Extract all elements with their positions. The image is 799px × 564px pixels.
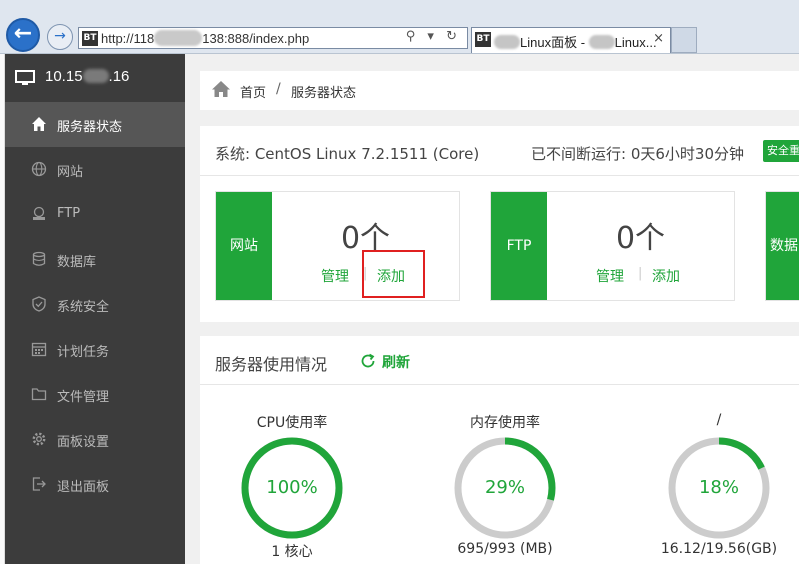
- ftp-add-link[interactable]: 添加: [652, 266, 680, 286]
- monitor-icon: [15, 70, 35, 85]
- security-badge[interactable]: 安全重: [763, 140, 799, 162]
- ftp-manage-link[interactable]: 管理: [596, 266, 624, 286]
- usage-title: 服务器使用情况: [215, 355, 328, 374]
- sidebar-item-database[interactable]: 数据库: [5, 237, 185, 282]
- gauge-value: 18%: [698, 477, 739, 498]
- sidebar-item-logout[interactable]: 退出面板: [5, 462, 185, 507]
- main-content: 首页 / 服务器状态 系统: CentOS Linux 7.2.1511 (Co…: [185, 54, 799, 564]
- sidebar-item-label: 文件管理: [57, 390, 110, 405]
- memory-gauge: 内存使用率 29% 695/993 (MB): [425, 386, 585, 564]
- site-favicon: BT: [82, 31, 98, 46]
- sidebar: 10.15.16 服务器状态 网站 FTP 数据库 系统安全 计划任务 文件管理…: [5, 54, 185, 564]
- sidebar-item-label: 面板设置: [57, 435, 110, 450]
- gauge-detail: 695/993 (MB): [457, 541, 553, 557]
- refresh-button[interactable]: 刷新: [382, 352, 410, 372]
- breadcrumb: 首页 / 服务器状态: [200, 71, 799, 110]
- sidebar-item-files[interactable]: 文件管理: [5, 372, 185, 417]
- redacted-blur: [82, 69, 109, 83]
- breadcrumb-home[interactable]: 首页: [240, 82, 266, 101]
- database-icon: [32, 251, 46, 266]
- breadcrumb-separator: /: [276, 81, 281, 97]
- uptime-text: 已不间断运行: 0天6小时30分钟: [531, 145, 744, 163]
- address-bar[interactable]: BT http://118 138:888/index.php ⚲ ▾ ↻: [78, 27, 468, 49]
- usage-header: 服务器使用情况 刷新: [200, 336, 799, 385]
- calendar-icon: [31, 342, 47, 357]
- link-divider: |: [638, 266, 643, 281]
- ftp-icon: [33, 206, 45, 220]
- breadcrumb-current: 服务器状态: [291, 86, 357, 101]
- redacted-blur: [588, 35, 615, 49]
- home-icon: [32, 117, 46, 131]
- system-info-row: 系统: CentOS Linux 7.2.1511 (Core) 已不间断运行:…: [200, 126, 799, 176]
- sidebar-item-label: FTP: [57, 206, 81, 221]
- refresh-icon[interactable]: [360, 353, 376, 369]
- tab-close-icon[interactable]: ×: [653, 31, 664, 46]
- sidebar-item-label: 网站: [57, 165, 84, 180]
- red-highlight-box: [362, 250, 425, 298]
- browser-tab[interactable]: BT Linux面板 - Linux... ×: [471, 27, 671, 53]
- sidebar-item-ftp[interactable]: FTP: [5, 192, 185, 237]
- sidebar-menu: 服务器状态 网站 FTP 数据库 系统安全 计划任务 文件管理 面板设置 退出面…: [5, 102, 185, 507]
- gear-icon: [32, 432, 46, 446]
- sidebar-item-label: 退出面板: [57, 480, 110, 495]
- back-button[interactable]: ←: [6, 18, 40, 52]
- tab-title: Linux面板 - Linux...: [494, 32, 657, 51]
- card-side-label: 网站: [216, 192, 272, 300]
- sidebar-item-cron[interactable]: 计划任务: [5, 327, 185, 372]
- logout-icon: [32, 477, 46, 491]
- sidebar-item-label: 计划任务: [57, 345, 110, 360]
- redacted-blur: [154, 30, 203, 46]
- sidebar-item-label: 数据库: [57, 255, 97, 270]
- ftp-card: FTP 0个 管理 | 添加: [490, 191, 735, 301]
- forward-button[interactable]: →: [47, 24, 73, 50]
- globe-icon: [31, 161, 47, 177]
- gauge-value: 100%: [266, 477, 318, 498]
- website-manage-link[interactable]: 管理: [321, 266, 349, 286]
- usage-panel: 服务器使用情况 刷新 CPU使用率 100% 1 核心 内存使用率 29% 69: [200, 336, 799, 564]
- gauge-detail: 1 核心: [271, 544, 313, 560]
- redacted-blur: [494, 35, 520, 49]
- home-icon[interactable]: [211, 80, 231, 98]
- address-icons[interactable]: ⚲ ▾ ↻: [406, 29, 461, 44]
- shield-icon: [32, 296, 46, 312]
- gauge-label: 内存使用率: [470, 415, 540, 431]
- system-panel: 系统: CentOS Linux 7.2.1511 (Core) 已不间断运行:…: [200, 126, 799, 322]
- sidebar-item-security[interactable]: 系统安全: [5, 282, 185, 327]
- system-name: 系统: CentOS Linux 7.2.1511 (Core): [215, 145, 480, 163]
- tab-favicon: BT: [475, 32, 491, 47]
- sidebar-item-website[interactable]: 网站: [5, 147, 185, 192]
- sidebar-item-server-status[interactable]: 服务器状态: [5, 102, 185, 147]
- gauge-label: /: [716, 412, 722, 428]
- gauge-value: 29%: [484, 477, 525, 498]
- cpu-gauge: CPU使用率 100% 1 核心: [212, 386, 372, 564]
- card-side-label: 数据: [766, 192, 799, 300]
- server-ip: 10.15.16: [45, 68, 130, 85]
- website-card: 网站 0个 管理 | 添加: [215, 191, 460, 301]
- sidebar-item-label: 服务器状态: [57, 120, 123, 135]
- browser-toolbar: ← → BT http://118 138:888/index.php ⚲ ▾ ↻…: [0, 0, 799, 54]
- sidebar-item-settings[interactable]: 面板设置: [5, 417, 185, 462]
- card-side-label: FTP: [491, 192, 547, 300]
- database-card: 数据: [765, 191, 799, 301]
- server-header: 10.15.16: [5, 54, 185, 102]
- ftp-count: 0个: [615, 221, 666, 256]
- sidebar-item-label: 系统安全: [57, 300, 110, 315]
- folder-icon: [31, 388, 47, 401]
- disk-gauge: / 18% 16.12/19.56(GB): [639, 386, 799, 564]
- gauge-label: CPU使用率: [256, 415, 328, 431]
- new-tab-button[interactable]: [671, 27, 697, 53]
- address-text: http://118 138:888/index.php: [101, 30, 310, 46]
- gauge-detail: 16.12/19.56(GB): [660, 541, 778, 557]
